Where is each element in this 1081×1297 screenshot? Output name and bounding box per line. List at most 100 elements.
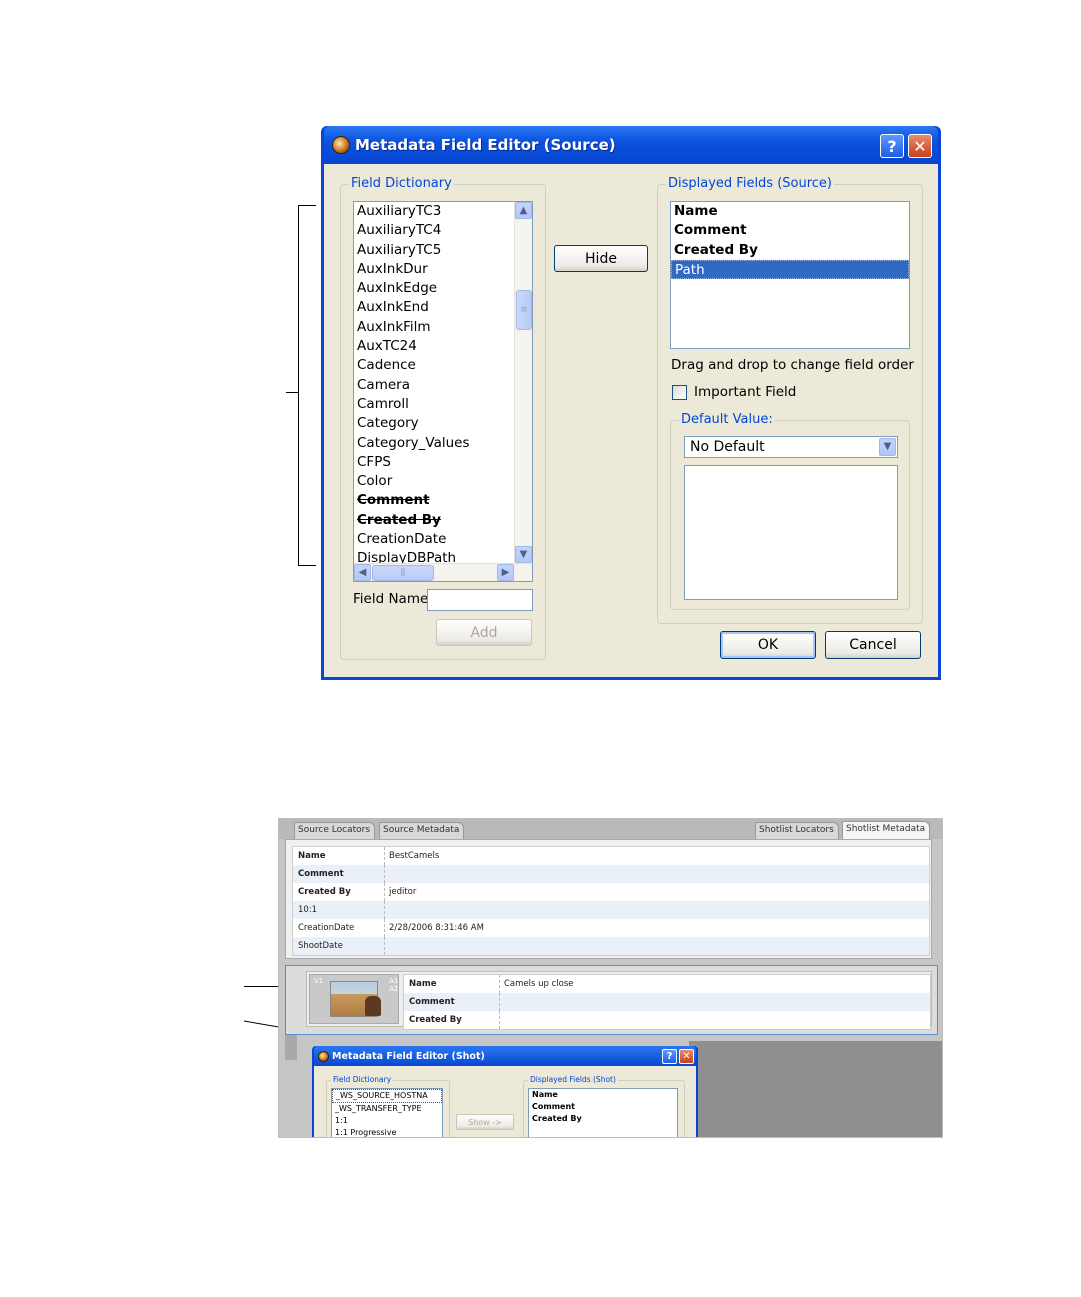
clip-thumbnail-frame[interactable]: V1 A1 A2 (309, 974, 399, 1024)
field-dictionary-label: Field Dictionary (349, 176, 454, 191)
displayed-field-item[interactable]: Created By (671, 241, 909, 260)
horizontal-scrollbar[interactable]: ◀ ⫼ ▶ (354, 563, 532, 581)
row-value: Camels up close (504, 979, 574, 989)
displayed-field-item[interactable]: Name (671, 202, 909, 221)
add-button[interactable]: Add (436, 619, 532, 646)
shot-displayed-item[interactable]: Created By (529, 1113, 677, 1125)
shot-field-dictionary-label: Field Dictionary (331, 1075, 394, 1084)
field-dictionary-item[interactable]: AuxiliaryTC3 (354, 202, 532, 221)
tab-shotlist-metadata[interactable]: Shotlist Metadata (842, 821, 931, 839)
field-dictionary-items: AuxiliaryTC3 AuxiliaryTC4 AuxiliaryTC5 AuxI… (354, 202, 532, 569)
scroll-down-icon[interactable]: ▼ (515, 546, 532, 563)
default-value-group: Default Value: No Default ▼ (670, 412, 910, 610)
field-name-input[interactable] (427, 589, 533, 611)
table-row[interactable]: ShootDate (293, 937, 929, 955)
row-value (385, 901, 389, 919)
table-row[interactable]: Comment (293, 865, 929, 883)
help-button[interactable]: ? (880, 134, 904, 158)
field-dictionary-list[interactable]: AuxiliaryTC3 AuxiliaryTC4 AuxiliaryTC5 AuxI… (353, 201, 533, 582)
close-button[interactable]: ✕ (908, 134, 932, 158)
field-dictionary-item[interactable]: AuxInkEnd (354, 298, 532, 317)
row-value (385, 865, 389, 883)
tab-bar: Source Locators Source Metadata Shotlist… (279, 819, 942, 839)
row-key: CreationDate (293, 919, 385, 937)
scroll-left-icon[interactable]: ◀ (354, 564, 371, 581)
shot-dialog-titlebar[interactable]: Metadata Field Editor (Shot) (314, 1046, 696, 1066)
field-dictionary-item[interactable]: Category_Values (354, 434, 532, 453)
table-row[interactable]: 10:1 (293, 901, 929, 919)
field-dictionary-item[interactable]: Cadence (354, 356, 532, 375)
ok-button[interactable]: OK (720, 631, 816, 659)
horizontal-scroll-thumb[interactable]: ⫼ (372, 565, 434, 581)
displayed-fields-items: Name Comment Created By Path (671, 202, 909, 280)
field-dictionary-item[interactable]: Camera (354, 376, 532, 395)
app-icon (332, 136, 350, 154)
row-key: Comment (404, 993, 500, 1011)
table-row[interactable]: Comment (404, 993, 930, 1011)
row-value: 2/28/2006 8:31:46 AM (389, 923, 484, 933)
chevron-down-icon[interactable]: ▼ (879, 438, 896, 456)
field-dictionary-item[interactable]: AuxTC24 (354, 337, 532, 356)
drag-hint-text: Drag and drop to change field order (671, 357, 914, 373)
field-dictionary-item[interactable]: CFPS (354, 453, 532, 472)
field-dictionary-item[interactable]: AuxInkEdge (354, 279, 532, 298)
default-value-textarea[interactable] (684, 465, 898, 600)
field-dictionary-item[interactable]: Created By (354, 511, 532, 530)
field-dictionary-item[interactable]: AuxiliaryTC4 (354, 221, 532, 240)
displayed-field-item[interactable]: Comment (671, 221, 909, 240)
camel-image (365, 996, 381, 1016)
shot-help-button[interactable]: ? (662, 1049, 677, 1064)
field-dictionary-item[interactable]: Category (354, 414, 532, 433)
shot-displayed-fields-list[interactable]: Name Comment Created By (528, 1088, 678, 1137)
table-row[interactable]: Created By jeditor (293, 883, 929, 901)
table-row[interactable]: CreationDate 2/28/2006 8:31:46 AM (293, 919, 929, 937)
displayed-field-item[interactable]: Path (671, 259, 909, 280)
default-value-select[interactable]: No Default ▼ (684, 436, 898, 458)
metadata-field-editor-dialog: Metadata Field Editor (Source) ? ✕ Field… (321, 126, 941, 680)
field-dictionary-item[interactable]: Camroll (354, 395, 532, 414)
field-dictionary-item[interactable]: Color (354, 472, 532, 491)
table-row[interactable]: Created By (404, 1011, 930, 1029)
field-dictionary-item[interactable]: AuxInkDur (354, 260, 532, 279)
table-row[interactable]: Name BestCamels (293, 847, 929, 865)
vertical-scrollbar[interactable]: ▲ ≡ ▼ (514, 202, 532, 563)
scroll-up-icon[interactable]: ▲ (515, 202, 532, 219)
shot-displayed-item[interactable]: Name (529, 1089, 677, 1101)
displayed-fields-list[interactable]: Name Comment Created By Path (670, 201, 910, 349)
scroll-thumb[interactable]: ≡ (516, 290, 532, 330)
shot-dialog-body: Field Dictionary _WS_SOURCE_HOSTNA _WS_TR… (314, 1066, 696, 1137)
shot-dictionary-item[interactable]: 1:1 Progressive (332, 1127, 442, 1137)
field-dictionary-item[interactable]: AuxInkFilm (354, 318, 532, 337)
shot-dictionary-item[interactable]: _WS_TRANSFER_TYPE (332, 1103, 442, 1115)
hide-button[interactable]: Hide (554, 245, 648, 272)
track-audio2-label: A2 (389, 985, 399, 993)
important-field-checkbox[interactable] (672, 385, 687, 400)
shot-close-button[interactable]: ✕ (679, 1049, 694, 1064)
callout-bracket-tick (286, 392, 298, 393)
tab-shotlist-locators[interactable]: Shotlist Locators (755, 822, 839, 839)
table-row[interactable]: Name Camels up close (404, 975, 930, 993)
field-dictionary-item[interactable]: AuxiliaryTC5 (354, 241, 532, 260)
row-value: BestCamels (389, 851, 440, 861)
row-key: Comment (293, 865, 385, 883)
shot-displayed-fields-label: Displayed Fields (Shot) (528, 1075, 618, 1084)
shot-dictionary-item[interactable]: 1:1 (332, 1115, 442, 1127)
field-dictionary-item[interactable]: CreationDate (354, 530, 532, 549)
field-dictionary-item[interactable]: Comment (354, 491, 532, 510)
scroll-right-icon[interactable]: ▶ (497, 564, 514, 581)
row-key: Created By (404, 1011, 500, 1029)
show-button[interactable]: Show -> (456, 1114, 514, 1130)
track-video-label: V1 (314, 977, 324, 985)
shot-metadata-editor-dialog: Metadata Field Editor (Shot) ? ✕ Field D… (312, 1046, 698, 1137)
row-key: Name (293, 847, 385, 865)
shot-dictionary-item[interactable]: _WS_SOURCE_HOSTNA (332, 1089, 442, 1103)
clip-row-selected[interactable]: V1 A1 A2 Name Camels up close Comment Creat… (285, 965, 938, 1035)
tab-source-locators[interactable]: Source Locators (294, 822, 376, 839)
tab-source-metadata[interactable]: Source Metadata (379, 822, 465, 839)
dialog-titlebar[interactable]: Metadata Field Editor (Source) (324, 126, 938, 164)
shot-field-dictionary-list[interactable]: _WS_SOURCE_HOSTNA _WS_TRANSFER_TYPE 1:1 1:1… (331, 1088, 443, 1137)
shot-displayed-item[interactable]: Comment (529, 1101, 677, 1113)
cancel-button[interactable]: Cancel (825, 631, 921, 659)
source-metadata-panel: Name BestCamels Comment Created By jeditor 10… (285, 839, 932, 959)
field-name-label: Field Name: (353, 591, 433, 607)
